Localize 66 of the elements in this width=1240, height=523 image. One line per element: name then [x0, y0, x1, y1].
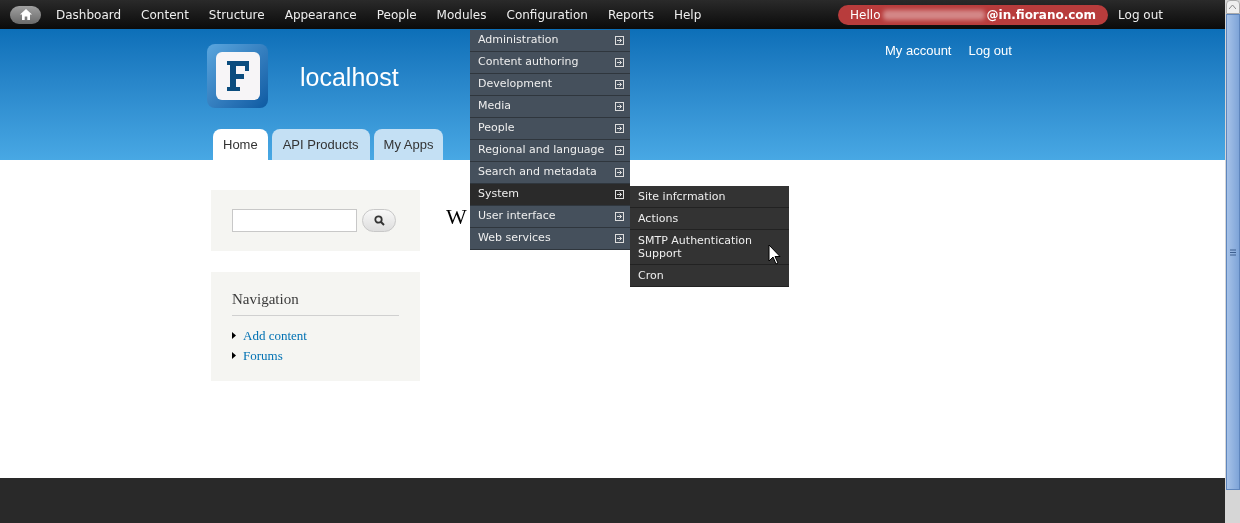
- toolbar-link[interactable]: Configuration: [496, 5, 598, 24]
- menu-item-label: Web services: [478, 230, 551, 247]
- toolbar-link[interactable]: Help: [663, 5, 712, 24]
- menu-item[interactable]: Content authoring: [470, 52, 630, 74]
- submenu-arrow-icon: [615, 36, 624, 45]
- bullet-icon: [232, 332, 236, 339]
- menu-item[interactable]: Media: [470, 96, 630, 118]
- nav-tab[interactable]: API Products: [271, 129, 370, 160]
- menu-item[interactable]: Administration: [470, 30, 630, 52]
- toolbar-link[interactable]: Reports: [597, 5, 664, 24]
- nav-tab[interactable]: My Apps: [373, 129, 444, 160]
- menu-item[interactable]: People: [470, 118, 630, 140]
- greeting-text: Hello: [850, 6, 881, 24]
- toolbar-link[interactable]: Structure: [198, 5, 275, 24]
- home-button[interactable]: [10, 5, 41, 24]
- mouse-cursor-icon: [768, 244, 781, 265]
- menu-item-label: Content authoring: [478, 54, 579, 71]
- menu-item-label: People: [478, 120, 515, 137]
- nav-link[interactable]: Forums: [243, 345, 283, 366]
- menu-item[interactable]: User interface: [470, 206, 630, 228]
- caret-up-icon: [1229, 5, 1236, 9]
- submenu-item[interactable]: Site infcrmation: [630, 186, 789, 208]
- header-link[interactable]: My account: [885, 41, 952, 61]
- menu-item-label: Administration: [478, 32, 559, 49]
- search-icon: [373, 215, 385, 226]
- toolbar-link[interactable]: Dashboard: [46, 5, 132, 24]
- toolbar-link[interactable]: Appearance: [274, 5, 367, 24]
- menu-item[interactable]: Web services: [470, 228, 630, 250]
- search-button[interactable]: [362, 209, 396, 232]
- menu-item[interactable]: Regional and language: [470, 140, 630, 162]
- scroll-up-button[interactable]: [1225, 0, 1240, 14]
- submenu-arrow-icon: [615, 212, 624, 221]
- submenu-arrow-icon: [615, 124, 624, 133]
- submenu-arrow-icon: [615, 168, 624, 177]
- toolbar-link[interactable]: Modules: [426, 5, 497, 24]
- submenu-arrow-icon: [615, 190, 624, 199]
- submenu-arrow-icon: [615, 234, 624, 243]
- menu-item-label: Regional and language: [478, 142, 605, 159]
- menu-item-label: System: [478, 186, 520, 203]
- menu-item-label: Development: [478, 76, 553, 93]
- submenu-item[interactable]: Actions: [630, 208, 789, 230]
- header-link[interactable]: Log out: [968, 41, 1012, 61]
- submenu-item[interactable]: Cron: [630, 265, 789, 287]
- logo-icon: [214, 51, 261, 101]
- menu-item-label: User interface: [478, 208, 556, 225]
- search-field[interactable]: [232, 209, 357, 232]
- nav-link[interactable]: Add content: [243, 325, 307, 346]
- submenu-arrow-icon: [615, 146, 624, 155]
- bullet-icon: [232, 352, 236, 359]
- grip-icon: [1229, 248, 1236, 256]
- page-title: W: [446, 204, 467, 230]
- menu-item[interactable]: System: [470, 184, 630, 206]
- submenu-arrow-icon: [615, 80, 624, 89]
- toolbar-link[interactable]: People: [366, 5, 427, 24]
- nav-tab[interactable]: Home: [213, 129, 268, 160]
- submenu-arrow-icon: [615, 58, 624, 67]
- email-domain: @in.fiorano.com: [986, 6, 1097, 24]
- toolbar-link[interactable]: Content: [131, 5, 199, 24]
- menu-item-label: Media: [478, 98, 512, 115]
- block-title: Navigation: [232, 288, 399, 316]
- site-name: localhost: [300, 62, 399, 93]
- menu-item[interactable]: Development: [470, 74, 630, 96]
- menu-item-label: Search and metadata: [478, 164, 597, 181]
- submenu-arrow-icon: [615, 102, 624, 111]
- logout-link[interactable]: Log out: [1118, 5, 1163, 24]
- home-icon: [19, 9, 32, 20]
